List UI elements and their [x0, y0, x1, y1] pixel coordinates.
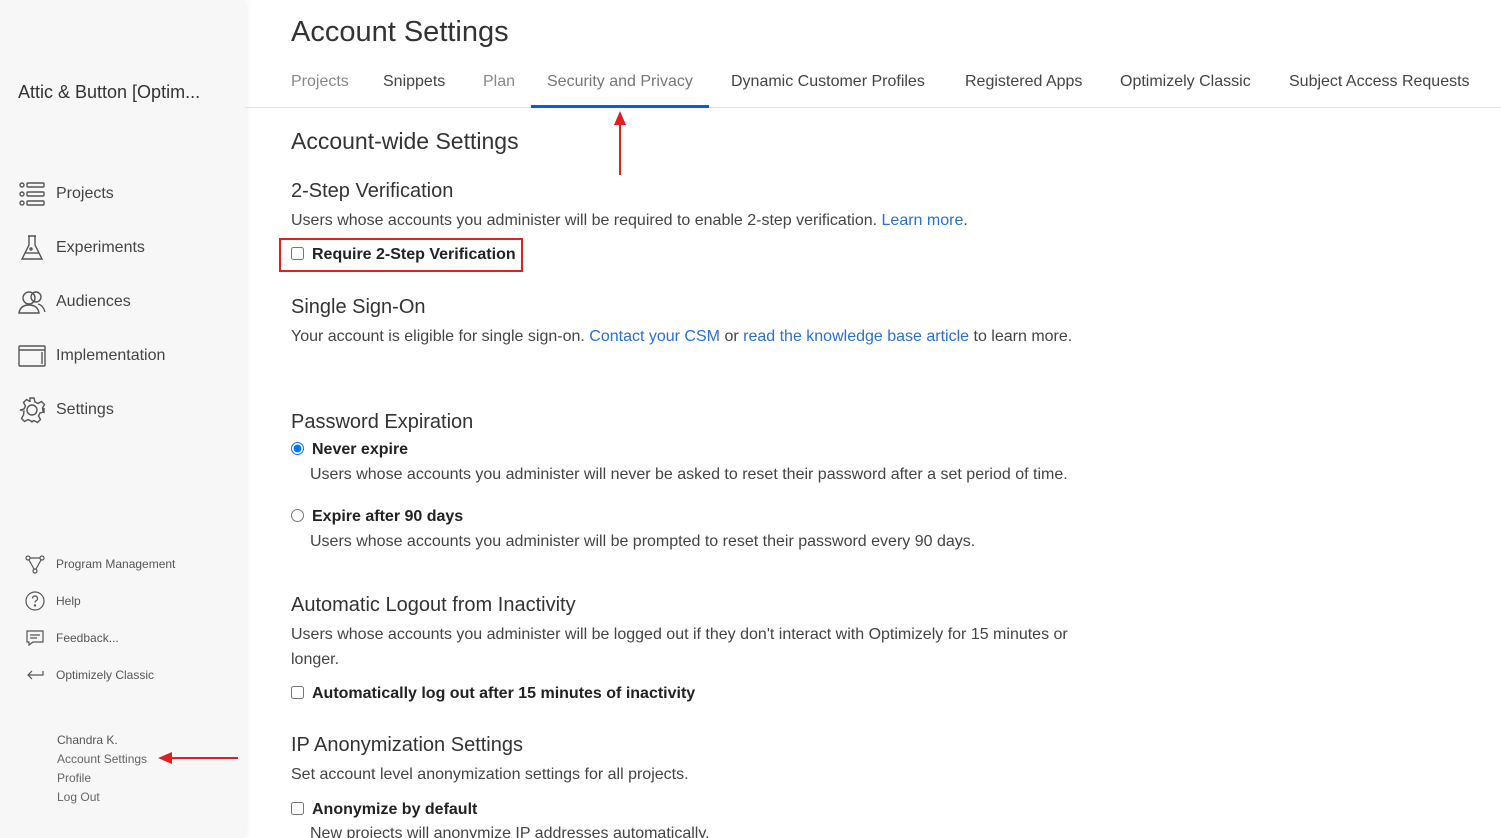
- auto-logout-description: Users whose accounts you administer will…: [291, 626, 1068, 668]
- sidebar-item-feedback[interactable]: Feedback...: [24, 627, 119, 649]
- sso-description: Your account is eligible for single sign…: [291, 324, 1101, 349]
- expire-90-radio[interactable]: [291, 508, 304, 522]
- sidebar-item-program-management[interactable]: Program Management: [24, 553, 175, 575]
- expire-90-label: Expire after 90 days: [312, 508, 464, 525]
- main-content: Account Settings Projects Snippets Plan …: [245, 0, 1501, 838]
- two-step-text: Users whose accounts you administer will…: [291, 212, 878, 229]
- two-step-period: .: [963, 212, 968, 229]
- auto-logout-heading: Automatic Logout from Inactivity: [291, 594, 576, 616]
- account-name[interactable]: Attic & Button [Optim...: [18, 82, 223, 103]
- tab-projects[interactable]: Projects: [291, 64, 349, 108]
- sidebar-item-label: Audiences: [56, 293, 131, 310]
- window-icon: [18, 342, 46, 370]
- sidebar-item-experiments[interactable]: Experiments: [18, 233, 145, 263]
- sidebar-item-label: Settings: [56, 401, 114, 418]
- ip-anonymization-heading: IP Anonymization Settings: [291, 734, 523, 756]
- tab-security-and-privacy[interactable]: Security and Privacy: [531, 64, 709, 108]
- return-icon: [24, 664, 46, 686]
- tab-snippets[interactable]: Snippets: [383, 64, 445, 108]
- auto-logout-checkbox[interactable]: [291, 685, 304, 699]
- sidebar-item-help[interactable]: Help: [24, 590, 81, 612]
- sidebar-item-optimizely-classic[interactable]: Optimizely Classic: [24, 664, 154, 686]
- expire-90-option[interactable]: Expire after 90 days: [291, 508, 463, 526]
- profile-link[interactable]: Profile: [57, 769, 147, 788]
- learn-more-link[interactable]: Learn more: [882, 212, 964, 229]
- account-settings-link[interactable]: Account Settings: [57, 750, 147, 769]
- program-icon: [24, 553, 46, 575]
- sidebar-item-label: Optimizely Classic: [56, 668, 155, 682]
- annotation-arrow-left-icon: [158, 752, 238, 764]
- contact-csm-link[interactable]: Contact your CSM: [589, 328, 720, 345]
- flask-icon: [18, 234, 46, 262]
- knowledge-base-link[interactable]: read the knowledge base article: [743, 328, 969, 345]
- sso-text-1: Your account is eligible for single sign…: [291, 328, 585, 345]
- never-expire-label: Never expire: [312, 441, 409, 458]
- audiences-icon: [18, 288, 46, 316]
- sso-text-2: or: [724, 328, 739, 345]
- feedback-icon: [24, 627, 46, 649]
- tab-optimizely-classic[interactable]: Optimizely Classic: [1120, 64, 1251, 108]
- password-expiration-heading: Password Expiration: [291, 411, 474, 433]
- sidebar-item-label: Projects: [56, 185, 114, 202]
- sidebar-item-settings[interactable]: Settings: [18, 395, 114, 425]
- settings-tabs: Projects Snippets Plan Security and Priv…: [245, 64, 1501, 108]
- sso-text-3: to learn more.: [973, 328, 1073, 345]
- sidebar-item-label: Program Management: [56, 557, 176, 571]
- annotation-arrow-up-icon: [614, 111, 626, 175]
- auto-logout-label: Automatically log out after 15 minutes o…: [312, 685, 696, 702]
- help-icon: [24, 590, 46, 612]
- sidebar-item-projects[interactable]: Projects: [18, 179, 114, 209]
- auto-logout-option[interactable]: Automatically log out after 15 minutes o…: [291, 685, 695, 703]
- never-expire-option[interactable]: Never expire: [291, 441, 408, 459]
- sidebar-item-audiences[interactable]: Audiences: [18, 287, 131, 317]
- require-2step-checkbox[interactable]: [291, 246, 304, 260]
- require-2step-option[interactable]: Require 2-Step Verification: [291, 246, 516, 264]
- anonymize-default-label: Anonymize by default: [312, 801, 478, 818]
- projects-icon: [18, 180, 46, 208]
- ip-anonymization-description: Set account level anonymization settings…: [291, 766, 689, 783]
- never-expire-radio[interactable]: [291, 441, 304, 455]
- sidebar-item-label: Feedback...: [56, 631, 119, 645]
- user-name: Chandra K.: [57, 733, 118, 747]
- two-step-description: Users whose accounts you administer will…: [291, 208, 1101, 233]
- tab-dynamic-customer-profiles[interactable]: Dynamic Customer Profiles: [731, 64, 925, 108]
- sidebar-item-implementation[interactable]: Implementation: [18, 341, 165, 371]
- section-title: Account-wide Settings: [291, 128, 519, 154]
- tab-registered-apps[interactable]: Registered Apps: [965, 64, 1082, 108]
- user-menu: Chandra K. Account Settings Profile Log …: [57, 731, 147, 807]
- two-step-heading: 2-Step Verification: [291, 180, 454, 202]
- sidebar-item-label: Experiments: [56, 239, 145, 256]
- sidebar: Attic & Button [Optim... Projects Experi…: [0, 0, 245, 838]
- page-title: Account Settings: [291, 16, 509, 48]
- logout-link[interactable]: Log Out: [57, 788, 147, 807]
- gear-icon: [18, 396, 46, 424]
- anonymize-default-checkbox[interactable]: [291, 801, 304, 815]
- sidebar-item-label: Implementation: [56, 347, 166, 364]
- tab-plan[interactable]: Plan: [483, 64, 515, 108]
- sidebar-item-label: Help: [56, 594, 81, 608]
- tab-subject-access-requests[interactable]: Subject Access Requests: [1289, 64, 1470, 108]
- anonymize-default-option[interactable]: Anonymize by default: [291, 801, 477, 819]
- anonymize-default-description: New projects will anonymize IP addresses…: [310, 825, 710, 838]
- expire-90-description: Users whose accounts you administer will…: [310, 533, 976, 550]
- require-2step-label: Require 2-Step Verification: [312, 246, 516, 263]
- sso-heading: Single Sign-On: [291, 296, 426, 318]
- never-expire-description: Users whose accounts you administer will…: [310, 466, 1068, 483]
